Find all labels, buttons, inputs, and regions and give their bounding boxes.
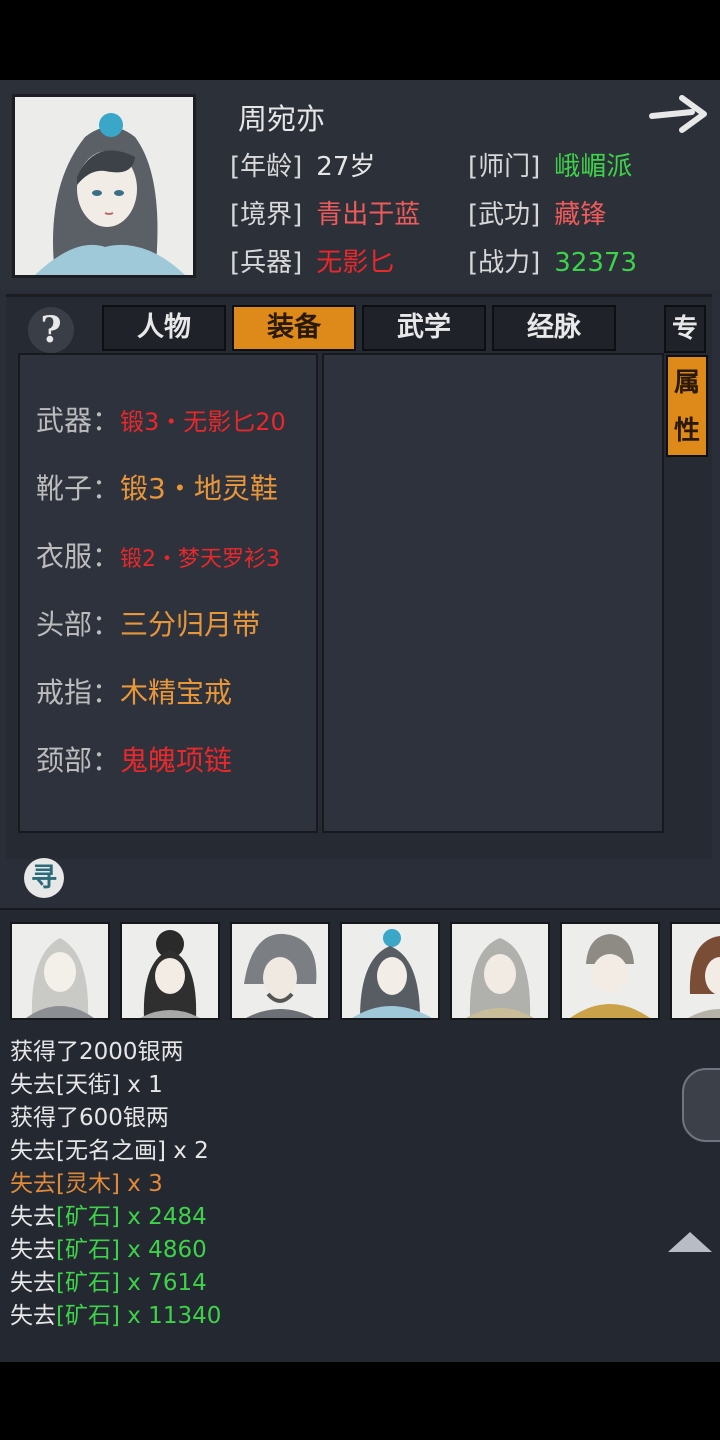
- stat-realm: [境界] 青出于蓝: [230, 194, 420, 231]
- stat-sect: [师门] 峨嵋派: [468, 146, 632, 183]
- equip-row-head[interactable]: 头部：三分归月带: [36, 603, 260, 643]
- tab-martial-arts[interactable]: 武学: [362, 305, 486, 351]
- stat-age: [年龄] 27岁: [230, 146, 375, 183]
- side-tab-attributes-top: 属: [673, 368, 700, 398]
- equip-slot-label: 颈部：: [36, 744, 121, 777]
- stat-weapon: [兵器] 无影匕: [230, 242, 394, 279]
- log-text: 失去: [10, 1171, 56, 1197]
- log-entry: 失去[天街] x 1: [10, 1065, 163, 1099]
- stat-realm-value: 青出于蓝: [316, 200, 421, 230]
- log-count: x 7614: [119, 1270, 207, 1296]
- equip-item-name: 三分归月带: [120, 608, 261, 641]
- party-avatar[interactable]: [10, 922, 110, 1020]
- equipment-detail-pane: [322, 353, 664, 833]
- log-item: [矿石]: [56, 1303, 120, 1329]
- tab-character[interactable]: 人物: [102, 305, 226, 351]
- log-entry: 失去[矿石] x 4860: [10, 1230, 207, 1264]
- stat-sect-label: [师门]: [468, 152, 541, 182]
- equip-slot-label: 武器：: [36, 404, 121, 437]
- equip-item-name: 鬼魄项链: [120, 744, 233, 777]
- character-portrait: [12, 94, 196, 278]
- stat-realm-label: [境界]: [230, 200, 303, 230]
- game-screen: 周宛亦 [年龄] 27岁 [师门] 峨嵋派 [境界] 青出于蓝 [武功] 藏锋 [兵器]…: [0, 80, 720, 1362]
- equip-row-clothes[interactable]: 衣服：锻2・梦天罗衫3: [36, 535, 280, 575]
- stat-age-label: [年龄]: [230, 152, 303, 182]
- equip-item-name: 木精宝戒: [120, 676, 233, 709]
- party-avatar-strip: [10, 922, 720, 1020]
- log-entry: 失去[矿石] x 11340: [10, 1296, 221, 1330]
- log-item: [矿石]: [56, 1270, 120, 1296]
- scroll-up-icon[interactable]: [668, 1232, 712, 1252]
- log-item: [天街]: [56, 1072, 120, 1098]
- character-name: 周宛亦: [238, 102, 326, 136]
- log-entry: 获得了2000银两: [10, 1032, 184, 1066]
- log-entry: 失去[矿石] x 7614: [10, 1263, 207, 1297]
- log-entry: 失去[灵木] x 3: [10, 1164, 163, 1198]
- floating-assistant-icon[interactable]: [682, 1068, 720, 1142]
- log-entry: 获得了600银两: [10, 1098, 169, 1132]
- equip-row-weapon[interactable]: 武器：锻3・无影匕20: [36, 399, 286, 439]
- stat-power-label: [战力]: [468, 248, 541, 278]
- log-text: 获得了2000银两: [10, 1039, 184, 1065]
- log-count: x 2484: [119, 1204, 207, 1230]
- stat-weapon-label: [兵器]: [230, 248, 303, 278]
- equip-item-name: 锻3・地灵鞋: [120, 472, 278, 505]
- party-avatar[interactable]: [340, 922, 440, 1020]
- log-count: x 4860: [119, 1237, 207, 1263]
- log-entry: 失去[无名之画] x 2: [10, 1131, 209, 1165]
- equip-slot-label: 衣服：: [36, 540, 121, 573]
- log-text: 失去: [10, 1303, 56, 1329]
- equipment-panel: ? 人物 装备 武学 经脉 专 属 性 武器：锻3・无影匕20 靴子：锻3・地灵…: [6, 294, 712, 859]
- log-text: 失去: [10, 1237, 56, 1263]
- stat-age-value: 27岁: [316, 152, 376, 182]
- stat-power-value: 32373: [554, 248, 638, 278]
- tab-equipment[interactable]: 装备: [232, 305, 356, 351]
- stat-skill: [武功] 藏锋: [468, 194, 606, 231]
- help-button[interactable]: ?: [28, 307, 74, 353]
- log-text: 失去: [10, 1204, 56, 1230]
- stat-skill-label: [武功]: [468, 200, 541, 230]
- log-text: 失去: [10, 1270, 56, 1296]
- tab-meridians[interactable]: 经脉: [492, 305, 616, 351]
- log-entry: 失去[矿石] x 2484: [10, 1197, 207, 1231]
- stat-sect-value: 峨嵋派: [554, 152, 633, 182]
- side-tab-attributes-bottom: 性: [673, 416, 700, 446]
- equip-item-name: 锻3・无影匕20: [120, 408, 286, 436]
- party-avatar[interactable]: [670, 922, 720, 1020]
- next-character-arrow-icon[interactable]: [648, 92, 710, 136]
- log-item: [矿石]: [56, 1237, 120, 1263]
- party-avatar[interactable]: [230, 922, 330, 1020]
- log-item: [灵木]: [56, 1171, 120, 1197]
- log-item: [矿石]: [56, 1204, 120, 1230]
- equipment-list: 武器：锻3・无影匕20 靴子：锻3・地灵鞋 衣服：锻2・梦天罗衫3 头部：三分归…: [18, 353, 318, 833]
- party-avatar[interactable]: [560, 922, 660, 1020]
- party-avatar[interactable]: [120, 922, 220, 1020]
- log-count: x 2: [165, 1138, 209, 1164]
- side-tab-specialty[interactable]: 专: [664, 305, 706, 353]
- equip-row-ring[interactable]: 戒指：木精宝戒: [36, 671, 232, 711]
- equip-slot-label: 戒指：: [36, 676, 121, 709]
- equip-row-boots[interactable]: 靴子：锻3・地灵鞋: [36, 467, 278, 507]
- log-text: 失去: [10, 1138, 56, 1164]
- equip-slot-label: 靴子：: [36, 472, 121, 505]
- equip-item-name: 锻2・梦天罗衫3: [120, 547, 281, 572]
- equip-row-neck[interactable]: 颈部：鬼魄项链: [36, 739, 232, 779]
- stat-skill-value: 藏锋: [554, 200, 607, 230]
- character-header: 周宛亦 [年龄] 27岁 [师门] 峨嵋派 [境界] 青出于蓝 [武功] 藏锋 [兵器]…: [0, 80, 720, 290]
- log-text: 获得了600银两: [10, 1105, 169, 1131]
- party-avatar[interactable]: [450, 922, 550, 1020]
- log-count: x 11340: [119, 1303, 222, 1329]
- equip-slot-label: 头部：: [36, 608, 121, 641]
- log-count: x 1: [119, 1072, 163, 1098]
- stat-weapon-value: 无影匕: [316, 248, 395, 278]
- log-text: 失去: [10, 1072, 56, 1098]
- stat-power: [战力] 32373: [468, 242, 637, 279]
- side-tab-attributes[interactable]: 属 性: [666, 355, 708, 457]
- log-item: [无名之画]: [56, 1138, 166, 1164]
- log-count: x 3: [119, 1171, 163, 1197]
- seek-button[interactable]: 寻: [24, 858, 64, 898]
